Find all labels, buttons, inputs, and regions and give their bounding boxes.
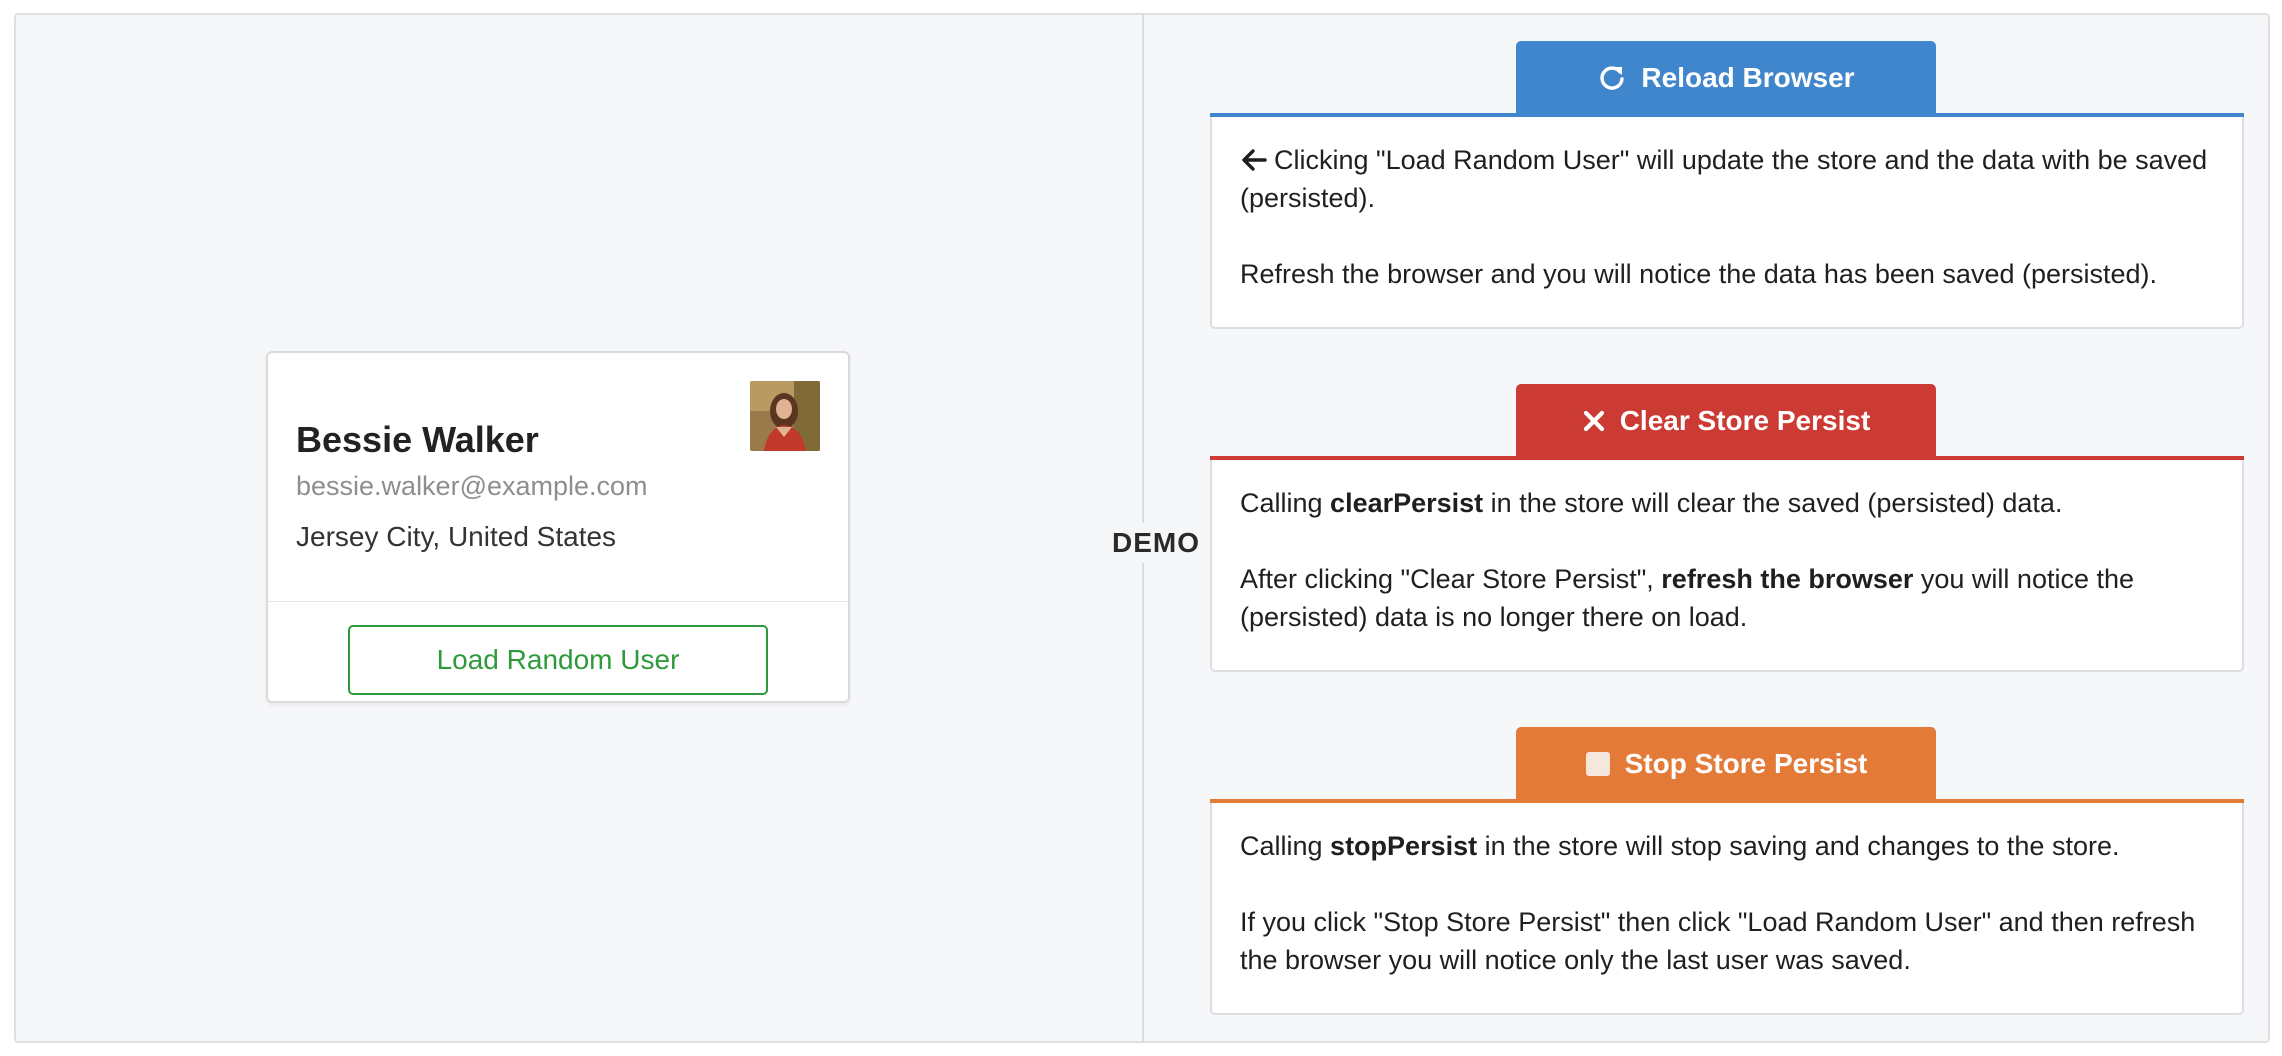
arrow-left-icon bbox=[1242, 149, 1267, 171]
clear-p1-after: in the store will clear the saved (persi… bbox=[1483, 488, 2063, 518]
reload-icon bbox=[1600, 66, 1625, 90]
stop-store-persist-label: Stop Store Persist bbox=[1624, 748, 1868, 779]
stop-square-icon bbox=[1585, 752, 1610, 776]
load-random-user-button[interactable]: Load Random User bbox=[348, 625, 768, 695]
user-location: Jersey City, United States bbox=[296, 521, 617, 552]
stop-text-2: If you click "Stop Store Persist" then c… bbox=[1240, 907, 2196, 975]
card-divider bbox=[268, 601, 848, 602]
clear-p1-before: Calling bbox=[1240, 488, 1331, 518]
stop-p1-after: in the store will stop saving and change… bbox=[1477, 831, 2120, 861]
user-photo-icon bbox=[750, 381, 820, 451]
clear-store-persist-button[interactable]: Clear Store Persist bbox=[1516, 384, 1936, 458]
clear-persist-code: clearPersist bbox=[1330, 488, 1484, 518]
reload-browser-button[interactable]: Reload Browser bbox=[1516, 41, 1936, 115]
reload-browser-label: Reload Browser bbox=[1641, 62, 1855, 93]
stop-panel: Stop Store Persist Calling stopPersist i… bbox=[1210, 727, 2244, 1027]
clear-description: Calling clearPersist in the store will c… bbox=[1210, 460, 2244, 672]
avatar bbox=[750, 381, 820, 451]
reload-panel: Reload Browser Clicking "Load Random Use… bbox=[1210, 41, 2244, 341]
reload-text-1: Clicking "Load Random User" will update … bbox=[1240, 145, 2208, 213]
user-email: bessie.walker@example.com bbox=[296, 471, 648, 501]
clear-store-persist-label: Clear Store Persist bbox=[1619, 405, 1871, 436]
user-card: Bessie Walker bessie.walker@example.com … bbox=[266, 351, 850, 703]
stop-persist-code: stopPersist bbox=[1330, 831, 1478, 861]
reload-text-2: Refresh the browser and you will notice … bbox=[1240, 259, 2158, 289]
stop-p1-before: Calling bbox=[1240, 831, 1331, 861]
stop-description: Calling stopPersist in the store will st… bbox=[1210, 803, 2244, 1015]
stop-store-persist-button[interactable]: Stop Store Persist bbox=[1516, 727, 1936, 801]
clear-panel: Clear Store Persist Calling clearPersist… bbox=[1210, 384, 2244, 684]
user-name: Bessie Walker bbox=[296, 419, 539, 460]
reload-description: Clicking "Load Random User" will update … bbox=[1210, 117, 2244, 329]
demo-frame: DEMO Bessie Walker bessie.walker@example… bbox=[14, 13, 2270, 1043]
close-icon bbox=[1583, 410, 1604, 432]
clear-p2-before: After clicking "Clear Store Persist", bbox=[1240, 564, 1662, 594]
demo-label: DEMO bbox=[1086, 523, 1226, 563]
refresh-browser-emphasis: refresh the browser bbox=[1661, 564, 1914, 594]
